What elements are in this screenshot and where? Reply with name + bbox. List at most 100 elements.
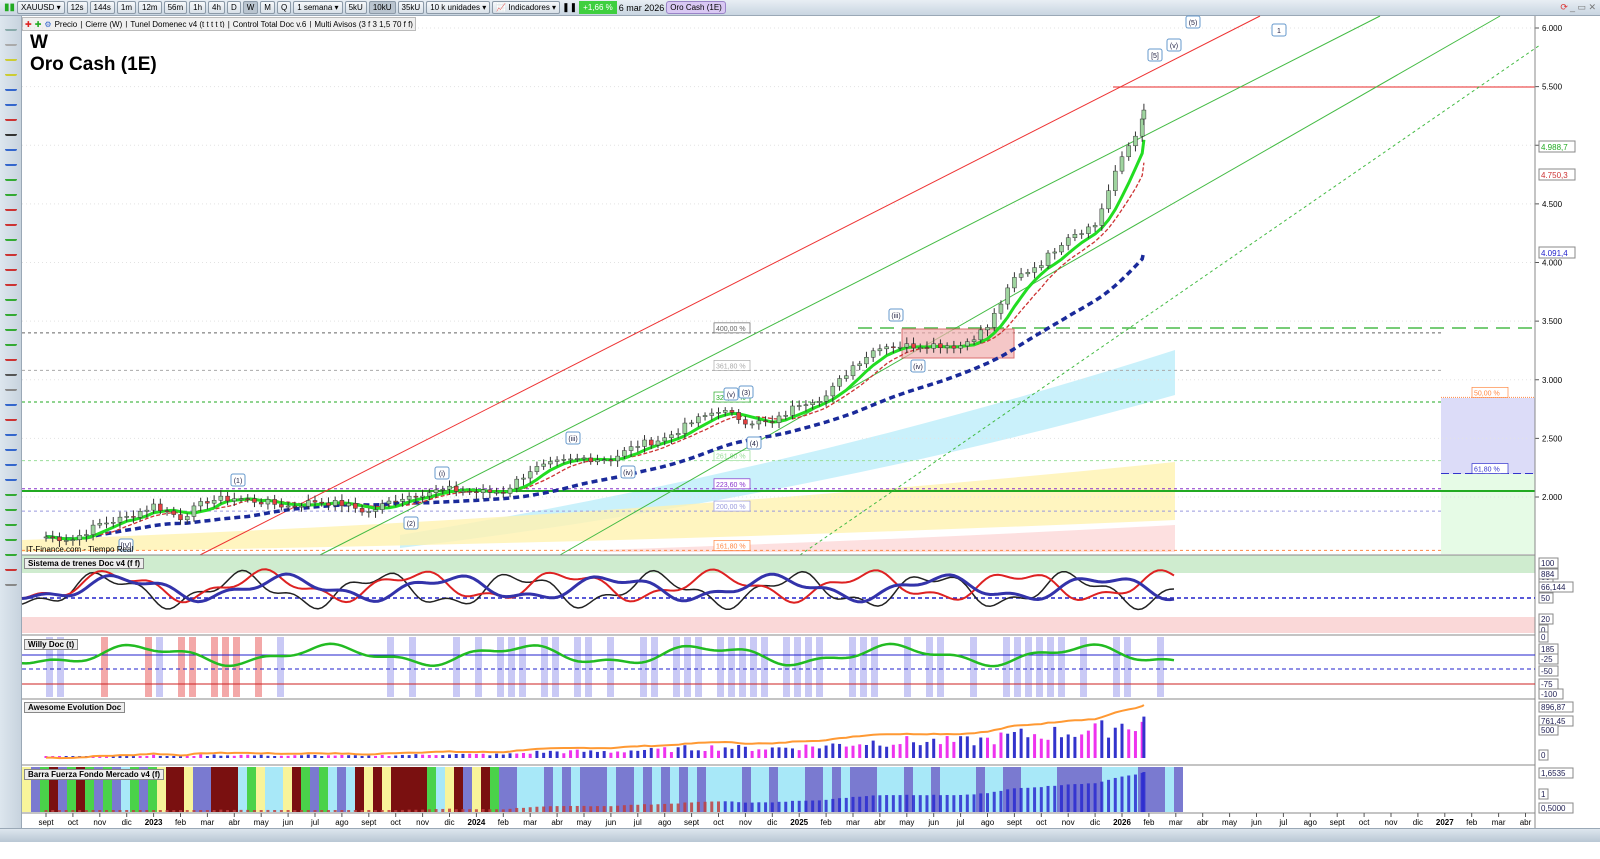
barra-bar: [764, 802, 768, 812]
pane-title-trenes[interactable]: Sistema de trenes Doc v4 (f f): [24, 558, 145, 569]
awesome-bar: [602, 751, 606, 758]
candle: [702, 415, 708, 417]
candle: [924, 347, 930, 349]
candle: [292, 505, 298, 508]
barra-bar: [528, 807, 532, 812]
x-tick-label: sept: [361, 818, 377, 827]
watermark: IT-Finance.com - Tiempo Real: [26, 545, 134, 554]
barra-bar: [992, 791, 996, 812]
barra-bar: [226, 810, 230, 812]
barra-segment: [283, 767, 292, 812]
awesome-bar: [353, 755, 357, 758]
barra-bar: [340, 810, 344, 812]
candle: [487, 489, 493, 493]
willy-bar: [860, 637, 867, 697]
awesome-bar: [885, 746, 889, 758]
awesome-bar: [669, 752, 673, 758]
price-label: 4.091,4: [1541, 249, 1568, 258]
candle: [615, 455, 620, 462]
barra-bar: [300, 810, 304, 812]
candle: [601, 459, 607, 461]
awesome-bar: [1100, 720, 1104, 758]
pane-title-barra[interactable]: Barra Fuerza Fondo Mercado v4 (f): [24, 769, 165, 780]
awesome-bar: [407, 755, 411, 758]
awesome-bar: [145, 756, 149, 758]
awesome-bar: [878, 745, 882, 758]
x-tick-label: may: [254, 818, 269, 827]
barra-segment: [481, 767, 490, 812]
awesome-bar: [118, 756, 122, 758]
barra-bar: [979, 793, 983, 812]
barra-segment: [400, 767, 409, 812]
barra-segment: [355, 767, 364, 812]
barra-bar: [804, 800, 808, 812]
barra-bar: [918, 795, 922, 812]
price-chart[interactable]: 2.0002.5003.0003.5004.0004.5005.0005.500…: [0, 0, 1600, 859]
barra-bar: [1142, 772, 1146, 812]
candle: [507, 487, 513, 494]
barra-bar: [380, 810, 384, 812]
candle: [991, 313, 997, 328]
awesome-bar: [252, 755, 256, 758]
willy-bar: [1003, 637, 1010, 697]
barra-bar: [474, 809, 478, 812]
awesome-bar: [609, 752, 613, 758]
candle: [279, 504, 284, 508]
awesome-bar: [1113, 727, 1117, 758]
x-tick-label: jun: [1250, 818, 1262, 827]
awesome-bar: [905, 736, 909, 758]
x-tick-label: feb: [175, 818, 187, 827]
awesome-bar: [844, 746, 848, 758]
barra-bar: [811, 800, 815, 812]
osc-tick-label: -75: [1541, 680, 1553, 689]
awesome-bar: [717, 750, 720, 758]
awesome-bar: [730, 748, 734, 758]
awesome-bar: [817, 748, 821, 758]
barra-bar: [232, 809, 236, 812]
awesome-bar: [481, 753, 485, 758]
awesome-bar: [246, 754, 250, 758]
barra-bar: [844, 797, 848, 812]
awesome-bar: [777, 747, 781, 758]
willy-bar: [552, 637, 559, 697]
awesome-bar: [360, 756, 364, 758]
pane-title-willy[interactable]: Willy Doc (t): [24, 639, 79, 650]
awesome-bar: [851, 745, 855, 758]
barra-segment: [337, 767, 346, 812]
barra-segment: [607, 767, 616, 812]
willy-bar: [651, 637, 658, 697]
awesome-bar: [965, 736, 969, 758]
candle: [63, 540, 69, 542]
candle: [938, 343, 943, 349]
barra-bar: [118, 810, 122, 812]
candle: [776, 415, 782, 423]
awesome-bar: [864, 744, 868, 758]
barra-bar: [91, 810, 95, 812]
awesome-bar: [468, 753, 472, 758]
x-tick-label: jul: [956, 818, 965, 827]
candle: [258, 502, 264, 505]
awesome-bar: [683, 745, 687, 758]
barra-bar: [1127, 775, 1131, 812]
candle: [1133, 135, 1138, 147]
barra-bar: [1100, 781, 1104, 812]
awesome-bar: [293, 755, 297, 758]
candle: [1119, 156, 1125, 172]
willy-bar: [728, 637, 735, 697]
pane-title-awesome[interactable]: Awesome Evolution Doc: [24, 702, 126, 713]
candle: [796, 405, 802, 407]
barra-segment: [517, 767, 526, 812]
candle: [837, 378, 842, 387]
awesome-bar: [259, 754, 263, 758]
awesome-bar: [1120, 723, 1124, 758]
candle: [1045, 252, 1051, 266]
awesome-bar: [273, 756, 277, 758]
awesome-bar: [871, 740, 875, 758]
candle: [225, 495, 230, 502]
barra-bar: [367, 810, 371, 812]
barra-segment: [535, 767, 544, 812]
candle: [575, 458, 580, 460]
candle: [756, 420, 762, 425]
barra-bar: [347, 810, 351, 812]
barra-bar: [723, 801, 727, 812]
